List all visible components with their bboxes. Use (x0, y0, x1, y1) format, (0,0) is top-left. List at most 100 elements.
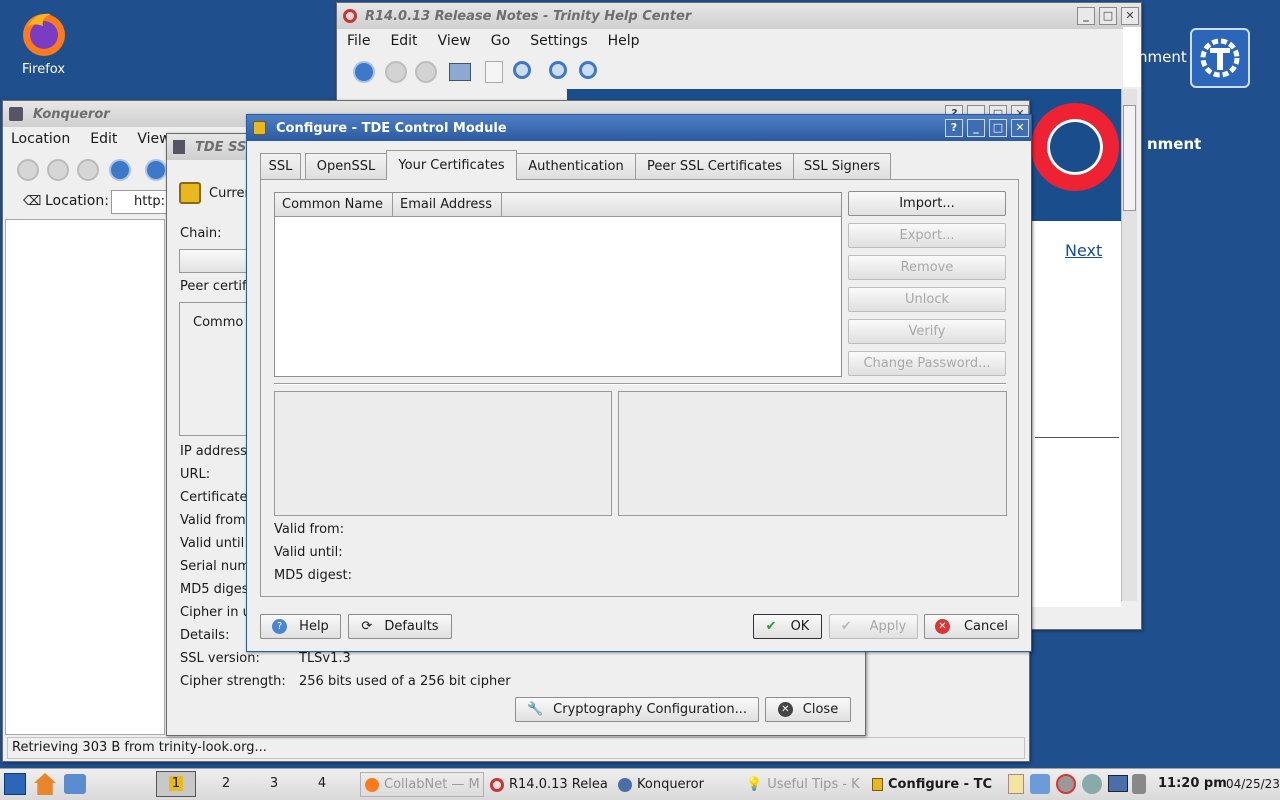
column-email-address-label: Email Address (400, 197, 492, 212)
desktop-1[interactable]: 1 (156, 771, 196, 797)
tray-display-icon[interactable] (1108, 775, 1128, 792)
lock-icon (872, 778, 883, 791)
apply-button[interactable]: ✔ Apply (829, 614, 918, 639)
home-icon[interactable] (109, 159, 131, 181)
desktop-3[interactable]: 3 (254, 771, 294, 797)
menu-settings[interactable]: Settings (530, 33, 587, 49)
menu-location[interactable]: Location (11, 131, 70, 147)
menu-file[interactable]: File (347, 33, 370, 49)
copy-icon[interactable] (485, 61, 503, 83)
export-button[interactable]: Export... (848, 223, 1006, 248)
find-icon[interactable] (513, 61, 531, 79)
help-button[interactable]: ? Help (260, 614, 341, 639)
tray-globe-icon[interactable] (1082, 774, 1102, 794)
clear-location-icon[interactable]: ⌫ (23, 194, 41, 209)
divider (1035, 437, 1119, 438)
back-icon[interactable] (385, 61, 407, 83)
tab-openssl[interactable]: OpenSSL (305, 153, 387, 179)
peer-label: Peer certif (180, 279, 247, 294)
desktop-4[interactable]: 4 (302, 771, 342, 797)
column-common-name[interactable]: Common Name (275, 193, 393, 217)
field-ip: IP address (180, 444, 247, 459)
refresh-icon: ⟳ (361, 619, 373, 634)
up-icon[interactable] (77, 159, 99, 181)
tray-network-icon[interactable] (1056, 774, 1076, 794)
tab-ssl[interactable]: SSL (260, 153, 301, 179)
verify-button[interactable]: Verify (848, 319, 1006, 344)
forward-icon[interactable] (415, 61, 437, 83)
help-titlebar-button[interactable]: ? (945, 119, 963, 137)
reload-icon[interactable] (145, 159, 167, 181)
tab-peer-ssl-certificates[interactable]: Peer SSL Certificates (635, 153, 794, 179)
help-center-titlebar[interactable]: R14.0.13 Release Notes - Trinity Help Ce… (337, 3, 1141, 29)
task-help-center[interactable]: R14.0.13 Relea (490, 772, 612, 797)
task-konqueror[interactable]: Konqueror (618, 772, 736, 797)
issuer-box (618, 391, 1007, 516)
task-collabnet[interactable]: CollabNet — M (360, 772, 484, 797)
column-common-name-label: Common Name (282, 197, 384, 212)
list-header: Common Name Email Address (275, 193, 841, 217)
print-icon[interactable] (449, 63, 471, 81)
ok-button[interactable]: ✔ OK (753, 614, 822, 639)
tray-info-icon[interactable] (1030, 774, 1050, 794)
menu-help[interactable]: Help (608, 33, 640, 49)
menu-go[interactable]: Go (491, 33, 510, 49)
scroll-thumb[interactable] (1123, 105, 1136, 211)
tray-k-icon[interactable] (1008, 774, 1024, 794)
import-label: Import... (899, 196, 955, 211)
certificate-list[interactable]: Common Name Email Address (274, 192, 842, 377)
remove-button[interactable]: Remove (848, 255, 1006, 280)
desktop-2[interactable]: 2 (206, 771, 246, 797)
clock-time[interactable]: 11:20 pm (1158, 776, 1227, 791)
menu-edit[interactable]: Edit (90, 131, 117, 147)
close-button[interactable]: ✕ (1121, 7, 1139, 25)
change-password-label: Change Password... (863, 356, 991, 371)
change-password-button[interactable]: Change Password... (848, 351, 1006, 376)
network-icon[interactable] (64, 774, 86, 794)
tde-menu-icon[interactable] (4, 773, 26, 795)
crypto-config-button[interactable]: 🔧 Cryptography Configuration... (515, 697, 759, 722)
field-certificate: Certificate (180, 490, 248, 505)
help-center-title: R14.0.13 Release Notes - Trinity Help Ce… (365, 8, 692, 24)
konqueror-icon (618, 777, 632, 792)
task-konqueror-label: Konqueror (637, 777, 704, 792)
task-configure-label: Configure - TC (887, 777, 992, 792)
close-button[interactable]: ✕ (1011, 119, 1029, 137)
firefox-label: Firefox (22, 62, 66, 77)
menu-view[interactable]: View (438, 33, 471, 49)
next-link[interactable]: Next (1065, 241, 1102, 260)
minimize-button[interactable]: _ (1077, 7, 1095, 25)
back-icon[interactable] (17, 159, 39, 181)
help-scrollbar[interactable] (1121, 89, 1137, 601)
menu-edit[interactable]: Edit (390, 33, 417, 49)
ssl-info-app-icon (173, 140, 185, 154)
check-icon: ✔ (840, 619, 852, 634)
import-button[interactable]: Import... (848, 191, 1006, 216)
tab-your-certificates[interactable]: Your Certificates (386, 150, 517, 180)
firefox-desktop-icon[interactable]: Firefox (14, 8, 74, 80)
unlock-button[interactable]: Unlock (848, 287, 1006, 312)
minimize-button[interactable]: _ (967, 119, 985, 137)
configure-titlebar[interactable]: Configure - TDE Control Module ? _ □ ✕ (247, 115, 1031, 141)
forward-icon[interactable] (47, 159, 69, 181)
ssl-close-button[interactable]: ✕ Close (765, 697, 851, 722)
maximize-button[interactable]: □ (989, 119, 1007, 137)
tray-hardware-icon[interactable] (1132, 774, 1146, 794)
cancel-button[interactable]: ✕ Cancel (924, 614, 1019, 639)
column-email-address[interactable]: Email Address (393, 193, 502, 217)
task-useful-tips[interactable]: 💡 Useful Tips - K (746, 772, 864, 797)
task-configure[interactable]: Configure - TC (872, 772, 992, 797)
tab-ssl-signers[interactable]: SSL Signers (793, 153, 891, 179)
zoom-in-icon[interactable] (549, 61, 567, 79)
chain-combobox[interactable] (179, 249, 249, 273)
zoom-out-icon[interactable] (579, 61, 597, 79)
task-collabnet-label: CollabNet — M (384, 777, 480, 792)
maximize-button[interactable]: □ (1099, 7, 1117, 25)
tab-authentication[interactable]: Authentication (516, 153, 636, 179)
check-icon: ✔ (765, 619, 777, 634)
home-icon[interactable] (353, 61, 375, 83)
trinity-logo-icon (1190, 28, 1250, 88)
clock-date[interactable]: 04/25/23 (1226, 777, 1280, 791)
tab-your-certificates-label: Your Certificates (398, 158, 505, 173)
defaults-button[interactable]: ⟳ Defaults (348, 614, 452, 639)
